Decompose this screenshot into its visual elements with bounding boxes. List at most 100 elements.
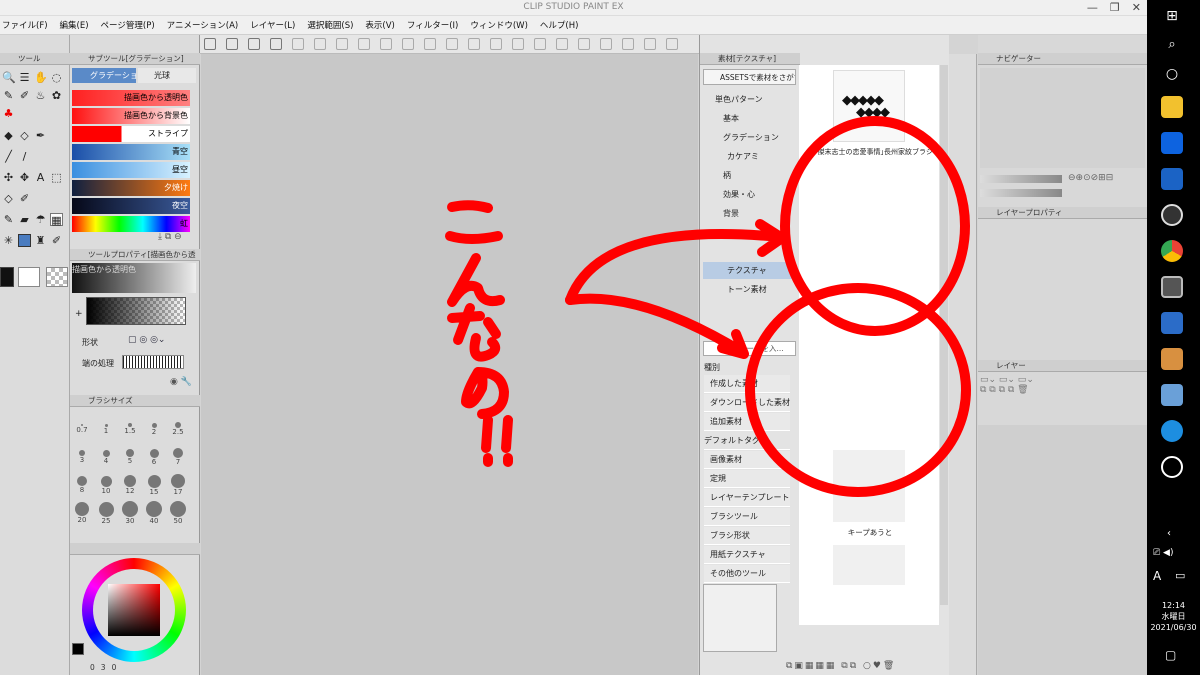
w-app-icon[interactable] xyxy=(1161,420,1183,442)
gradient-tool-icon[interactable]: ▦ xyxy=(50,213,63,227)
dropbox-icon[interactable] xyxy=(1161,132,1183,154)
command-icon[interactable] xyxy=(644,38,656,50)
material-tree-item[interactable]: テクスチャ xyxy=(703,262,795,279)
pencil-icon[interactable]: ✐ xyxy=(18,89,31,102)
main-color-swatch[interactable] xyxy=(0,267,14,287)
material-tag[interactable]: 追加素材 xyxy=(704,413,790,431)
add-stop-icon[interactable]: + xyxy=(75,309,83,319)
material-tree-item[interactable]: カケアミ xyxy=(703,148,795,165)
material-tag[interactable]: その他のツール xyxy=(704,565,790,583)
material-tree-item[interactable]: 効果・心 xyxy=(703,186,795,203)
material-tree-item[interactable] xyxy=(703,224,795,241)
menu-item[interactable]: ファイル(F) xyxy=(2,19,48,31)
command-icon[interactable] xyxy=(622,38,634,50)
brush-size-item[interactable]: 1 xyxy=(94,413,118,441)
command-icon[interactable] xyxy=(556,38,568,50)
blend-icon[interactable]: ☂ xyxy=(34,213,47,226)
fill-tool-icon[interactable] xyxy=(18,234,31,247)
gradient-preset[interactable]: 描画色から透明色 xyxy=(72,90,190,106)
sub-color-swatch[interactable] xyxy=(18,267,40,287)
rotate-slider[interactable] xyxy=(980,189,1062,197)
notes-icon[interactable] xyxy=(1161,384,1183,406)
operation-icon[interactable]: ☰ xyxy=(18,71,31,84)
brush-size-item[interactable]: 17 xyxy=(166,469,190,497)
gradient-preset[interactable]: ストライプ xyxy=(72,126,190,142)
close-button[interactable]: ✕ xyxy=(1132,1,1141,14)
brush-size-item[interactable]: 50 xyxy=(166,497,190,525)
brush-size-item[interactable]: 2.5 xyxy=(166,413,190,441)
gradient-editor[interactable] xyxy=(86,297,186,325)
brush-size-item[interactable]: 25 xyxy=(94,497,118,525)
frame-icon[interactable]: ⬚ xyxy=(50,171,63,184)
brush-size-item[interactable]: 15 xyxy=(142,469,166,497)
brush-size-item[interactable]: 3 xyxy=(70,441,94,469)
sparkle-icon[interactable]: ✳ xyxy=(2,234,15,247)
brush-size-item[interactable]: 6 xyxy=(142,441,166,469)
clip-studio-2-icon[interactable] xyxy=(1161,456,1183,478)
color-wheel[interactable] xyxy=(82,558,186,662)
gradient-preset[interactable]: 描画色から背景色 xyxy=(72,108,190,124)
gradient-preset[interactable]: 青空 xyxy=(72,144,190,160)
gradient-preview[interactable]: 描画色から透明色 xyxy=(72,263,196,293)
material-tree-item[interactable]: 背景 xyxy=(703,205,795,222)
brush-size-item[interactable]: 8 xyxy=(70,469,94,497)
layer-toolbar[interactable]: ▭⌄ ▭⌄ ▭⌄ ⧉ ⧉ ⧉ ⧉ 🗑 xyxy=(980,375,1140,423)
text-icon[interactable]: A xyxy=(34,171,47,184)
current-color[interactable] xyxy=(72,643,84,655)
saturation-square[interactable] xyxy=(108,584,160,636)
lasso-icon[interactable]: ◌ xyxy=(50,71,63,84)
airbrush-icon[interactable]: ✿ xyxy=(50,89,63,102)
material-tree-item[interactable]: 柄 xyxy=(703,167,795,184)
film-icon[interactable] xyxy=(1161,276,1183,298)
search-icon[interactable]: ⌕ xyxy=(1161,34,1183,56)
windows-start-icon[interactable]: ⊞ xyxy=(1161,5,1183,27)
material-footer-icons[interactable]: ⧉▣▦▦▦ ⧉⧉ ○♥🗑 xyxy=(786,661,946,673)
command-icon[interactable] xyxy=(446,38,458,50)
command-icon[interactable] xyxy=(226,38,238,50)
figure-icon[interactable]: ╱ xyxy=(2,150,15,163)
gradient-preset[interactable]: 夕焼け xyxy=(72,180,190,196)
file-explorer-icon[interactable] xyxy=(1161,96,1183,118)
zoom-icon[interactable]: 🔍 xyxy=(2,71,16,84)
shape-options[interactable]: ▢ ◎ ◎⌄ xyxy=(128,335,188,347)
line-icon[interactable]: / xyxy=(18,150,31,163)
gradient-preset[interactable]: 虹 xyxy=(72,216,190,232)
assets-search-button[interactable]: ASSETSで素材をさがす xyxy=(703,69,796,85)
brush-size-item[interactable]: 20 xyxy=(70,497,94,525)
fill-icon[interactable]: ◆ xyxy=(2,129,15,142)
menu-item[interactable]: レイヤー(L) xyxy=(250,19,295,31)
menu-item[interactable]: フィルター(I) xyxy=(407,19,458,31)
camera-icon[interactable] xyxy=(1161,312,1183,334)
taskbar-clock[interactable]: 12:14 水曜日 2021/06/30 xyxy=(1147,600,1200,633)
material-thumbnail[interactable] xyxy=(833,545,905,585)
brush-size-item[interactable]: 12 xyxy=(118,469,142,497)
transparent-swatch[interactable] xyxy=(46,267,68,287)
command-icon[interactable] xyxy=(270,38,282,50)
deco-icon[interactable]: ♣ xyxy=(2,107,15,120)
menu-item[interactable]: ヘルプ(H) xyxy=(540,19,579,31)
material-tag[interactable]: デフォルトタグ xyxy=(704,432,790,450)
outlook-icon[interactable] xyxy=(1161,168,1183,190)
brush-size-item[interactable]: 30 xyxy=(118,497,142,525)
material-thumbnail[interactable] xyxy=(833,450,905,522)
canvas-area[interactable] xyxy=(201,54,698,675)
menu-item[interactable]: アニメーション(A) xyxy=(167,19,239,31)
material-thumbnail[interactable]: ◆◆◆◆◆ ◆◆◆◆ xyxy=(833,70,905,142)
brush-size-item[interactable]: 4 xyxy=(94,441,118,469)
eraser2-icon[interactable]: ▰ xyxy=(18,213,31,226)
system-tray-icons[interactable]: ⎚ ◀) xyxy=(1153,548,1174,558)
command-icon[interactable] xyxy=(248,38,260,50)
brush-size-item[interactable]: 7 xyxy=(166,441,190,469)
material-tag[interactable]: ダウンロードした素材 xyxy=(704,394,790,412)
ime-indicator[interactable]: A xyxy=(1153,569,1161,583)
material-tree-item[interactable]: グラデーション xyxy=(703,129,795,146)
pen-icon[interactable]: ✎ xyxy=(2,89,15,102)
material-tag[interactable]: 定規 xyxy=(704,470,790,488)
gradient-preset[interactable]: 昼空 xyxy=(72,162,190,178)
brush-size-item[interactable]: 1.5 xyxy=(118,413,142,441)
maximize-button[interactable]: ❐ xyxy=(1110,1,1120,14)
command-icon[interactable] xyxy=(490,38,502,50)
eyedropper-icon[interactable]: ✎ xyxy=(2,213,15,226)
property-footer-icons[interactable]: ◉ 🔧 xyxy=(170,377,192,387)
command-icon[interactable] xyxy=(204,38,216,50)
